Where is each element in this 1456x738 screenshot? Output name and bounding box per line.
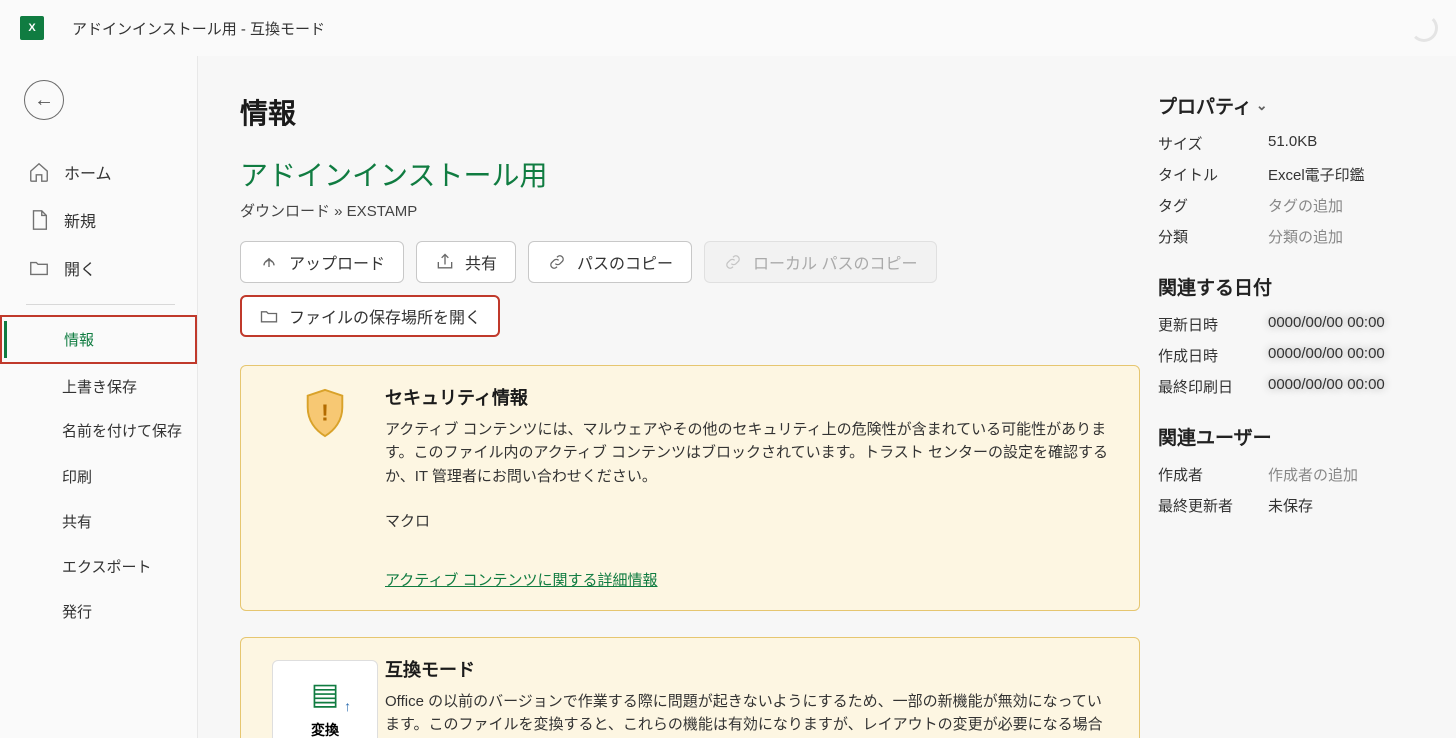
properties-heading[interactable]: プロパティ⌄: [1158, 92, 1414, 119]
window-title: アドインインストール用 - 互換モード: [72, 18, 325, 39]
chevron-down-icon: ⌄: [1256, 97, 1268, 114]
breadcrumb: ダウンロード » EXSTAMP: [240, 200, 1140, 221]
prop-row-last-modified-by: 最終更新者未保存: [1158, 495, 1414, 516]
sidebar-item-label: 開く: [64, 256, 96, 280]
security-info-card: ! セキュリティ情報 アクティブ コンテンツには、マルウェアやその他のセキュリテ…: [240, 365, 1140, 611]
sidebar-separator: [26, 304, 175, 305]
related-users-heading: 関連ユーザー: [1158, 423, 1414, 450]
prop-row-author: 作成者作成者の追加: [1158, 464, 1414, 485]
sidebar-item-share[interactable]: 共有: [0, 499, 197, 544]
sidebar-item-new[interactable]: 新規: [0, 196, 197, 244]
share-icon: [435, 252, 455, 272]
button-label: ローカル パスのコピー: [753, 250, 917, 274]
sidebar-item-print[interactable]: 印刷: [0, 454, 197, 499]
prop-row-modified: 更新日時0000/00/00 00:00: [1158, 314, 1414, 335]
back-button[interactable]: ←: [24, 80, 64, 120]
sync-status-icon: [1410, 14, 1438, 42]
shield-warning-icon: !: [265, 384, 385, 590]
open-folder-icon: [28, 257, 50, 279]
sidebar-item-label: 名前を付けて保存: [62, 421, 182, 442]
security-card-link[interactable]: アクティブ コンテンツに関する詳細情報: [385, 572, 658, 589]
prop-row-created: 作成日時0000/00/00 00:00: [1158, 345, 1414, 366]
sidebar-item-save-as[interactable]: 名前を付けて保存: [0, 409, 197, 454]
share-button[interactable]: 共有: [416, 241, 516, 283]
sidebar-item-info[interactable]: 情報: [0, 315, 197, 364]
page-title: 情報: [240, 92, 1140, 132]
copy-path-button[interactable]: パスのコピー: [528, 241, 692, 283]
document-title: アドインインストール用: [240, 154, 1140, 194]
new-doc-icon: [28, 209, 50, 231]
security-card-title: セキュリティ情報: [385, 384, 1115, 410]
sidebar-item-home[interactable]: ホーム: [0, 148, 197, 196]
sidebar-item-label: ホーム: [64, 160, 112, 184]
upload-button[interactable]: アップロード: [240, 241, 404, 283]
prop-row-tags: タグタグの追加: [1158, 195, 1414, 216]
home-icon: [28, 161, 50, 183]
security-card-sub: マクロ: [385, 510, 1115, 533]
excel-file-icon: ▤: [311, 677, 339, 712]
prop-row-title: タイトルExcel電子印鑑: [1158, 164, 1414, 185]
convert-button[interactable]: ▤ 変換: [272, 660, 378, 738]
titlebar: X アドインインストール用 - 互換モード: [0, 0, 1456, 56]
open-file-location-button[interactable]: ファイルの保存場所を開く: [240, 295, 500, 337]
related-dates-heading: 関連する日付: [1158, 273, 1414, 300]
convert-label: 変換: [311, 720, 339, 738]
folder-open-icon: [259, 306, 279, 326]
sidebar-item-label: 新規: [64, 208, 96, 232]
button-label: アップロード: [289, 250, 385, 274]
sidebar-item-label: 上書き保存: [62, 376, 137, 397]
prop-row-last-printed: 最終印刷日0000/00/00 00:00: [1158, 376, 1414, 397]
sidebar-item-label: 情報: [64, 329, 94, 350]
button-label: パスのコピー: [577, 250, 673, 274]
sidebar-item-label: 印刷: [62, 466, 92, 487]
button-label: 共有: [465, 250, 497, 274]
upload-icon: [259, 252, 279, 272]
action-button-row: アップロード 共有 パスのコピー ローカル パスのコピー ファイルの保存場所を開…: [240, 241, 1140, 337]
excel-app-icon: X: [20, 16, 44, 40]
sidebar-item-save[interactable]: 上書き保存: [0, 364, 197, 409]
backstage-sidebar: ← ホーム 新規 開く 情報 上書き保存 名前を付けて保存: [0, 56, 198, 738]
prop-row-size: サイズ51.0KB: [1158, 133, 1414, 154]
copy-local-path-button: ローカル パスのコピー: [704, 241, 936, 283]
sidebar-item-label: 発行: [62, 601, 92, 622]
prop-row-category: 分類分類の追加: [1158, 226, 1414, 247]
security-card-body: アクティブ コンテンツには、マルウェアやその他のセキュリティ上の危険性が含まれて…: [385, 418, 1115, 488]
link-icon: [547, 252, 567, 272]
compat-card-title: 互換モード: [385, 656, 1115, 682]
sidebar-item-label: エクスポート: [62, 556, 152, 577]
compatibility-mode-card: ▤ 変換 互換モード Office の以前のバージョンで作業する際に問題が起きな…: [240, 637, 1140, 738]
sidebar-item-export[interactable]: エクスポート: [0, 544, 197, 589]
sidebar-item-publish[interactable]: 発行: [0, 589, 197, 634]
svg-text:!: !: [321, 400, 329, 426]
compat-card-body: Office の以前のバージョンで作業する際に問題が起きないようにするため、一部…: [385, 690, 1115, 738]
sidebar-item-label: 共有: [62, 511, 92, 532]
sidebar-item-open[interactable]: 開く: [0, 244, 197, 292]
button-label: ファイルの保存場所を開く: [289, 304, 481, 328]
properties-panel: プロパティ⌄ サイズ51.0KB タイトルExcel電子印鑑 タグタグの追加 分…: [1140, 92, 1414, 738]
link-icon: [723, 252, 743, 272]
